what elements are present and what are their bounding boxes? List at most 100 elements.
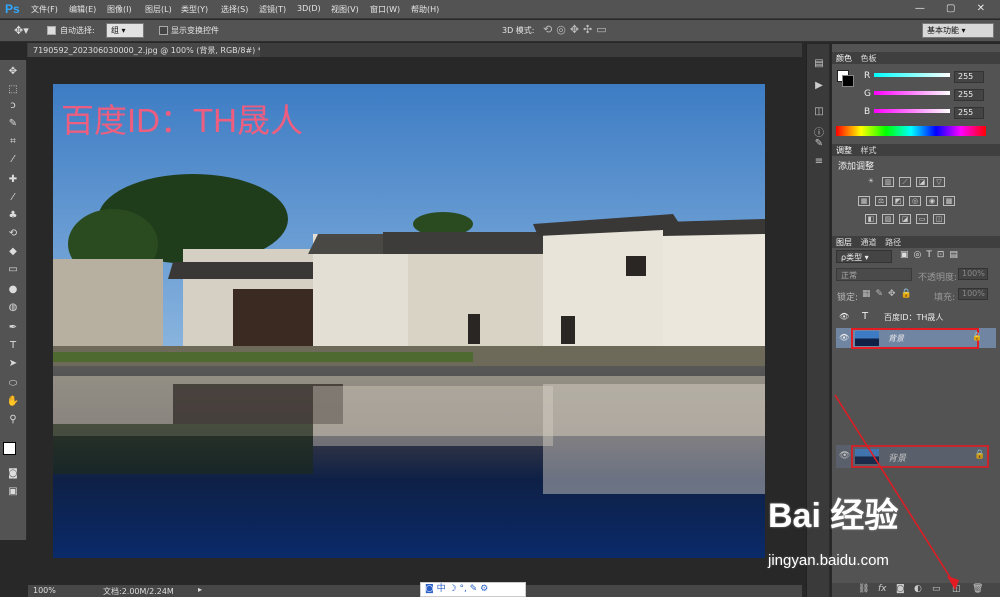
ime-punct-icon[interactable]: °, bbox=[459, 584, 466, 594]
document-tab[interactable]: 7190592_202306030000_2.jpg @ 100% (背景, R… bbox=[28, 43, 260, 57]
posterize-icon[interactable]: ▨ bbox=[882, 214, 894, 224]
adjustment-layer-icon[interactable]: ◐ bbox=[914, 584, 922, 594]
stamp-tool-icon[interactable]: ♣ bbox=[6, 210, 20, 222]
color-balance-icon[interactable]: ⚖ bbox=[875, 196, 887, 206]
threshold-icon[interactable]: ◪ bbox=[899, 214, 911, 224]
black-white-icon[interactable]: ◩ bbox=[892, 196, 904, 206]
tab-swatches[interactable]: 色板 bbox=[861, 53, 877, 64]
info-panel-icon[interactable]: ⓘ bbox=[811, 124, 827, 139]
ime-moon-icon[interactable]: ☽ bbox=[449, 584, 457, 594]
color-bg-swatch[interactable] bbox=[842, 75, 854, 87]
document-image[interactable] bbox=[53, 84, 765, 558]
type-tool-icon[interactable]: T bbox=[6, 340, 20, 352]
foreground-color-swatch[interactable] bbox=[3, 442, 16, 455]
healing-brush-tool-icon[interactable]: ✚ bbox=[6, 174, 20, 186]
tab-paths[interactable]: 路径 bbox=[885, 237, 901, 248]
menu-3d[interactable]: 3D(D) bbox=[297, 4, 321, 13]
group-folder-icon[interactable]: ▭ bbox=[932, 584, 941, 594]
brush-tool-icon[interactable]: ⁄ bbox=[6, 192, 20, 204]
new-layer-icon[interactable]: ◫ bbox=[952, 584, 961, 594]
channel-r-value[interactable]: 255 bbox=[954, 71, 984, 83]
channel-g-slider[interactable] bbox=[874, 91, 950, 95]
curves-icon[interactable]: ⟋ bbox=[899, 177, 911, 187]
gradient-tool-icon[interactable]: ▭ bbox=[6, 264, 20, 276]
history-brush-tool-icon[interactable]: ⟲ bbox=[6, 228, 20, 240]
auto-select-dropdown[interactable]: 组 ▾ bbox=[106, 23, 144, 38]
eraser-tool-icon[interactable]: ◆ bbox=[6, 246, 20, 258]
actions-panel-icon[interactable]: ▶ bbox=[811, 80, 827, 94]
menu-edit[interactable]: 编辑(E) bbox=[69, 4, 96, 15]
visibility-eye-icon[interactable]: 👁 bbox=[839, 333, 849, 342]
menu-help[interactable]: 帮助(H) bbox=[411, 4, 439, 15]
quick-mask-icon[interactable]: ◙ bbox=[6, 468, 20, 480]
tab-layers[interactable]: 图层 bbox=[836, 237, 852, 248]
channel-r-slider[interactable] bbox=[874, 73, 950, 77]
character-panel-icon[interactable]: ≡ bbox=[811, 156, 827, 170]
ime-chinese[interactable]: 中 bbox=[437, 584, 446, 594]
lasso-tool-icon[interactable]: ↄ bbox=[6, 100, 20, 112]
exposure-icon[interactable]: ◪ bbox=[916, 177, 928, 187]
gradient-map-icon[interactable]: ▭ bbox=[916, 214, 928, 224]
ime-toolbar[interactable]: ◙ 中 ☽ °, ✎ ⚙ bbox=[420, 582, 526, 597]
channel-mixer-icon[interactable]: ◉ bbox=[926, 196, 938, 206]
brush-panel-icon[interactable]: ✎ bbox=[811, 138, 827, 152]
ime-logo-icon[interactable]: ◙ bbox=[425, 584, 434, 594]
menu-select[interactable]: 选择(S) bbox=[221, 4, 248, 15]
ime-settings-icon[interactable]: ⚙ bbox=[480, 584, 488, 594]
hue-sat-icon[interactable]: ▦ bbox=[858, 196, 870, 206]
menu-window[interactable]: 窗口(W) bbox=[370, 4, 400, 15]
shape-tool-icon[interactable]: ⬭ bbox=[6, 378, 20, 390]
levels-icon[interactable]: ▥ bbox=[882, 177, 894, 187]
layer-row-background[interactable]: 👁 背景 🔒 bbox=[836, 328, 996, 349]
tab-adjustments[interactable]: 调整 bbox=[836, 145, 852, 156]
ime-pen-icon[interactable]: ✎ bbox=[470, 584, 478, 594]
mask-icon[interactable]: ◙ bbox=[896, 584, 905, 594]
tab-color[interactable]: 颜色 bbox=[836, 53, 852, 64]
fx-icon[interactable]: fx bbox=[878, 584, 887, 594]
zoom-level[interactable]: 100% bbox=[33, 586, 56, 595]
history-panel-icon[interactable]: ▤ bbox=[811, 58, 827, 72]
menu-file[interactable]: 文件(F) bbox=[31, 4, 58, 15]
hand-tool-icon[interactable]: ✋ bbox=[6, 396, 20, 408]
color-ramp[interactable] bbox=[836, 126, 986, 136]
brightness-icon[interactable]: ☀ bbox=[865, 177, 877, 187]
dodge-tool-icon[interactable]: ◍ bbox=[6, 302, 20, 314]
photo-filter-icon[interactable]: ◎ bbox=[909, 196, 921, 206]
workspace-dropdown[interactable]: 基本功能 ▾ bbox=[922, 23, 994, 38]
layer-filter-icons[interactable]: ▣◎T⊡▤ bbox=[900, 250, 963, 260]
blur-tool-icon[interactable]: ● bbox=[6, 284, 20, 296]
menu-filter[interactable]: 滤镜(T) bbox=[259, 4, 286, 15]
move-tool-icon[interactable]: ✥▾ bbox=[14, 24, 29, 37]
tab-styles[interactable]: 样式 bbox=[861, 145, 877, 156]
visibility-eye-icon[interactable]: 👁 bbox=[839, 312, 849, 321]
opacity-value[interactable]: 100% bbox=[958, 268, 988, 280]
eyedropper-tool-icon[interactable]: ⁄ bbox=[6, 154, 20, 166]
quick-select-tool-icon[interactable]: ✎ bbox=[6, 118, 20, 130]
pen-tool-icon[interactable]: ✒ bbox=[6, 322, 20, 334]
move-tool-icon[interactable]: ✥ bbox=[6, 66, 20, 78]
crop-tool-icon[interactable]: ⌗ bbox=[6, 136, 20, 148]
blend-mode-dropdown[interactable]: 正常 bbox=[836, 268, 912, 281]
layer-kind-filter[interactable]: ρ类型 ▾ bbox=[836, 250, 892, 263]
color-lookup-icon[interactable]: ▩ bbox=[943, 196, 955, 206]
marquee-tool-icon[interactable]: ⬚ bbox=[6, 84, 20, 96]
trash-icon[interactable]: 🗑 bbox=[972, 584, 983, 594]
menu-view[interactable]: 视图(V) bbox=[331, 4, 359, 15]
lock-icons[interactable]: ▦✎✥🔒 bbox=[862, 289, 917, 299]
tab-channels[interactable]: 通道 bbox=[861, 237, 877, 248]
auto-select-checkbox[interactable] bbox=[47, 26, 56, 35]
menu-type[interactable]: 类型(Y) bbox=[181, 4, 208, 15]
properties-panel-icon[interactable]: ◫ bbox=[811, 106, 827, 120]
channel-b-value[interactable]: 255 bbox=[954, 107, 984, 119]
menu-image[interactable]: 图像(I) bbox=[107, 4, 132, 15]
channel-b-slider[interactable] bbox=[874, 109, 950, 113]
window-controls[interactable]: — ▢ ✕ bbox=[915, 3, 994, 14]
menu-layer[interactable]: 图层(L) bbox=[145, 4, 172, 15]
3d-tools-icons[interactable]: ⟲◎✥✣▭ bbox=[543, 23, 611, 36]
show-transform-checkbox[interactable] bbox=[159, 26, 168, 35]
status-arrow-icon[interactable]: ▸ bbox=[198, 585, 202, 594]
channel-g-value[interactable]: 255 bbox=[954, 89, 984, 101]
path-select-tool-icon[interactable]: ➤ bbox=[6, 358, 20, 370]
link-layers-icon[interactable]: ⛓ bbox=[858, 584, 869, 594]
layer-row-text[interactable]: 👁 T 百度ID：TH晟人 bbox=[836, 307, 996, 327]
